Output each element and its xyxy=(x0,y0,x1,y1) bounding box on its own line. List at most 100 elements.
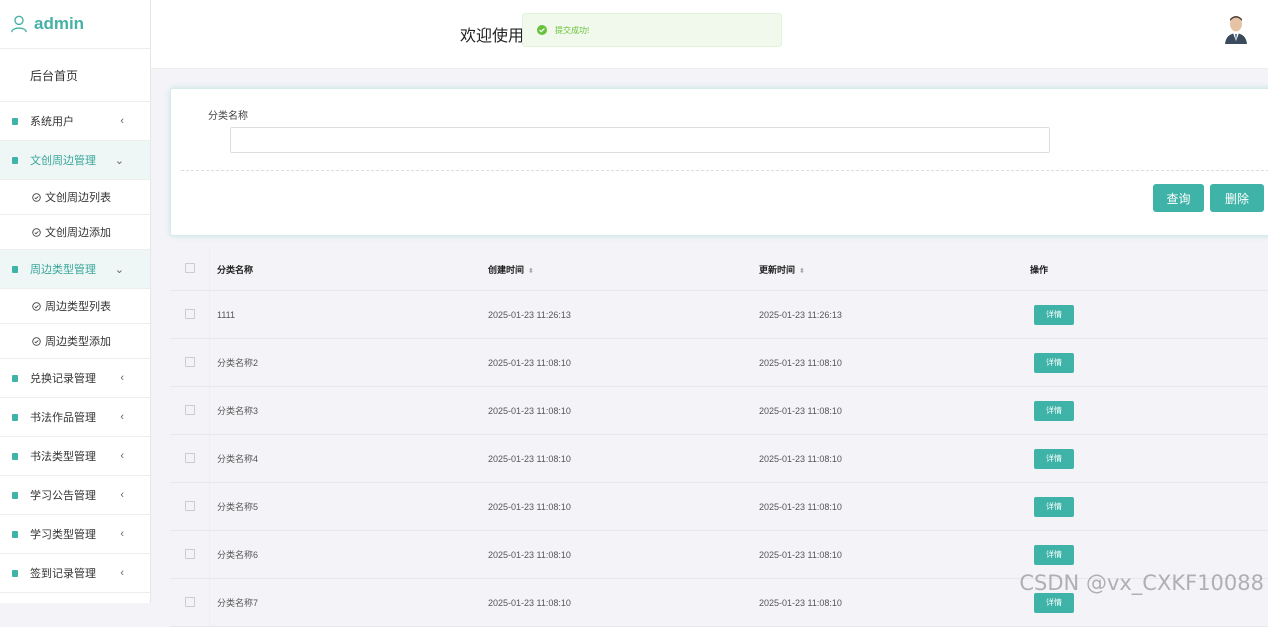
sidebar-subitem-label: 周边类型添加 xyxy=(45,336,111,348)
query-button[interactable]: 查询 xyxy=(1153,184,1204,212)
toast-message: 提交成功! xyxy=(555,25,590,35)
brand: admin xyxy=(0,0,150,49)
sidebar-item-5[interactable]: 书法类型管理 ‹ xyxy=(0,437,150,476)
sidebar-item-7[interactable]: 学习类型管理 ‹ xyxy=(0,515,150,554)
row-select-cell xyxy=(170,530,210,579)
col-header-created[interactable]: 创建时间 ⬍ xyxy=(487,248,758,291)
sidebar-item-home[interactable]: 后台首页 xyxy=(0,49,150,102)
welcome-text: 欢迎使用 xyxy=(460,28,525,45)
cell-created: 2025-01-23 11:08:10 xyxy=(487,434,758,483)
menu-bullet-icon xyxy=(12,374,18,382)
sidebar-item-label: 兑换记录管理 xyxy=(30,373,96,385)
select-all-checkbox[interactable] xyxy=(184,263,195,273)
cell-created: 2025-01-23 11:08:10 xyxy=(487,482,758,531)
sidebar-item-4[interactable]: 书法作品管理 ‹ xyxy=(0,398,150,437)
row-checkbox[interactable] xyxy=(184,308,195,319)
menu-bullet-icon xyxy=(12,569,18,577)
chevron-down-icon: ⌄ xyxy=(114,154,124,167)
cell-name: 分类名称5 xyxy=(209,482,487,531)
sidebar-subitem-label: 文创周边列表 xyxy=(45,192,111,204)
col-header-updated-label: 更新时间 xyxy=(759,264,796,275)
sort-icon[interactable]: ⬍ xyxy=(799,268,805,275)
divider xyxy=(181,170,1268,171)
menu-bullet-icon xyxy=(12,265,18,273)
detail-button[interactable]: 详情 xyxy=(1034,544,1074,565)
sidebar-item-label: 文创周边管理 xyxy=(30,155,96,167)
watermark: CSDN @vx_CXKF10088 xyxy=(1019,571,1264,595)
sidebar-item-label: 周边类型管理 xyxy=(30,264,96,276)
cell-created: 2025-01-23 11:08:10 xyxy=(487,530,758,579)
sidebar-subitem[interactable]: 文创周边列表 xyxy=(0,180,150,215)
col-header-created-label: 创建时间 xyxy=(488,264,525,275)
delete-button[interactable]: 删除 xyxy=(1210,184,1264,212)
chevron-left-icon: ‹ xyxy=(120,372,124,384)
sidebar-subitem-label: 文创周边添加 xyxy=(45,227,111,239)
menu-bullet-icon xyxy=(12,530,18,538)
sidebar-item-3[interactable]: 兑换记录管理 ‹ xyxy=(0,359,150,398)
sidebar-item-2[interactable]: 周边类型管理 ⌄ xyxy=(0,250,150,289)
detail-button[interactable]: 详情 xyxy=(1034,496,1074,517)
cell-updated: 2025-01-23 11:08:10 xyxy=(758,386,1029,435)
row-checkbox[interactable] xyxy=(184,500,195,511)
sidebar-subitem[interactable]: 周边类型列表 xyxy=(0,289,150,324)
header: 欢迎使用 提交成功! xyxy=(151,0,1268,69)
table-row: 分类名称3 2025-01-23 11:08:10 2025-01-23 11:08… xyxy=(170,386,1268,435)
row-select-cell xyxy=(170,386,210,435)
menu-bullet-icon xyxy=(12,413,18,421)
check-circle-icon xyxy=(32,227,41,237)
sidebar-item-label: 学习公告管理 xyxy=(30,490,96,502)
col-header-name-label: 分类名称 xyxy=(217,264,254,275)
row-checkbox[interactable] xyxy=(184,452,195,463)
cell-updated: 2025-01-23 11:26:13 xyxy=(758,290,1029,339)
cell-actions: 详情 xyxy=(1029,386,1268,435)
sidebar-item-8[interactable]: 签到记录管理 ‹ xyxy=(0,554,150,593)
cell-name: 分类名称6 xyxy=(209,530,487,579)
category-name-input[interactable] xyxy=(230,127,1050,153)
cell-actions: 详情 xyxy=(1029,434,1268,483)
col-header-updated[interactable]: 更新时间 ⬍ xyxy=(758,248,1029,291)
sort-icon[interactable]: ⬍ xyxy=(528,268,534,275)
detail-button[interactable]: 详情 xyxy=(1034,400,1074,421)
success-check-icon xyxy=(537,25,547,35)
row-checkbox[interactable] xyxy=(184,356,195,367)
sidebar-item-6[interactable]: 学习公告管理 ‹ xyxy=(0,476,150,515)
table-row: 1111 2025-01-23 11:26:13 2025-01-23 11:26:… xyxy=(170,290,1268,339)
sidebar-subitem[interactable]: 周边类型添加 xyxy=(0,324,150,359)
row-checkbox[interactable] xyxy=(184,404,195,415)
sidebar-item-0[interactable]: 系统用户 ‹ xyxy=(0,102,150,141)
cell-updated: 2025-01-23 11:08:10 xyxy=(758,482,1029,531)
cell-name: 分类名称3 xyxy=(209,386,487,435)
cell-updated: 2025-01-23 11:08:10 xyxy=(758,338,1029,387)
check-circle-icon xyxy=(32,301,41,311)
chevron-left-icon: ‹ xyxy=(120,450,124,462)
sidebar-item-1[interactable]: 文创周边管理 ⌄ xyxy=(0,141,150,180)
cell-updated: 2025-01-23 11:08:10 xyxy=(758,434,1029,483)
avatar[interactable] xyxy=(1224,14,1248,44)
success-toast: 提交成功! xyxy=(522,13,782,47)
menu-bullet-icon xyxy=(12,452,18,460)
detail-button[interactable]: 详情 xyxy=(1034,352,1074,373)
menu-bullet-icon xyxy=(12,117,18,125)
detail-button[interactable]: 详情 xyxy=(1034,448,1074,469)
row-select-cell xyxy=(170,434,210,483)
col-header-actions-label: 操作 xyxy=(1030,264,1049,275)
cell-created: 2025-01-23 11:26:13 xyxy=(487,290,758,339)
check-circle-icon xyxy=(32,192,41,202)
row-checkbox[interactable] xyxy=(184,548,195,559)
sidebar-item-label: 书法作品管理 xyxy=(30,412,96,424)
table-row: 分类名称4 2025-01-23 11:08:10 2025-01-23 11:08… xyxy=(170,434,1268,483)
chevron-left-icon: ‹ xyxy=(120,528,124,540)
cell-name: 分类名称2 xyxy=(209,338,487,387)
sidebar-item-label: 签到记录管理 xyxy=(30,568,96,580)
table-row: 分类名称2 2025-01-23 11:08:10 2025-01-23 11:08… xyxy=(170,338,1268,387)
row-select-cell xyxy=(170,290,210,339)
detail-button[interactable]: 详情 xyxy=(1034,304,1074,325)
cell-name: 分类名称4 xyxy=(209,434,487,483)
chevron-left-icon: ‹ xyxy=(120,411,124,423)
row-checkbox[interactable] xyxy=(184,596,195,607)
cell-actions: 详情 xyxy=(1029,482,1268,531)
table-row: 分类名称5 2025-01-23 11:08:10 2025-01-23 11:08… xyxy=(170,482,1268,531)
sidebar-subitem[interactable]: 文创周边添加 xyxy=(0,215,150,250)
search-panel: 分类名称 查询 删除 xyxy=(170,88,1268,236)
table-header-row: 分类名称 创建时间 ⬍ 更新时间 ⬍ 操作 xyxy=(170,248,1268,291)
